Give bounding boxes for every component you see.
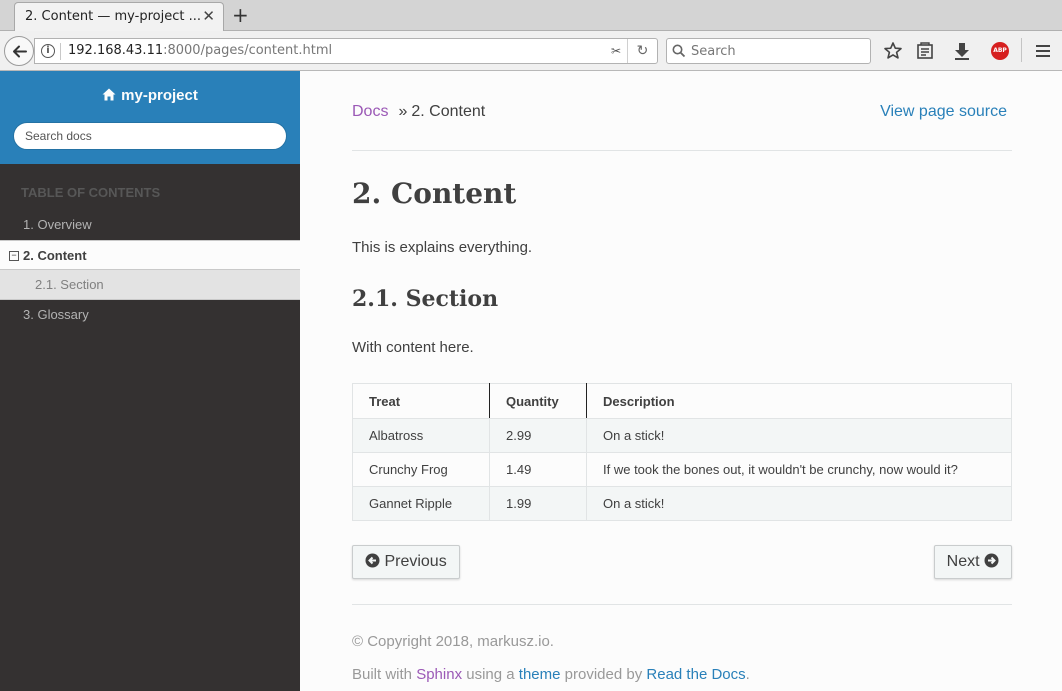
intro-paragraph: This is explains everything. [352,239,533,256]
built-provided: provided by [564,666,643,683]
url-bar[interactable]: i 192.168.43.11:8000/pages/content.html … [34,38,658,64]
built-with-text: Built with Sphinx using a theme provided… [352,666,750,683]
sphinx-link[interactable]: Sphinx [416,666,462,683]
header-divider [352,150,1012,151]
toolbar-divider [1021,38,1022,62]
tab-title: 2. Content — my-project ... [25,9,201,24]
url-host: 192.168.43.11 [68,43,164,58]
page-title: 2. Content [352,177,517,210]
view-page-source-link[interactable]: View page source [880,103,1007,121]
bookmark-star-icon[interactable] [882,40,904,62]
download-icon[interactable] [951,40,973,62]
footer-divider [352,604,1012,605]
built-end: . [745,666,750,683]
column-header: Quantity [489,383,587,419]
next-label: Next [946,553,980,570]
url-divider [60,43,61,60]
adblock-icon[interactable]: ABP [991,42,1009,60]
url-text[interactable]: 192.168.43.11:8000/pages/content.html [68,43,332,58]
project-name: my-project [121,87,198,104]
new-tab-button[interactable]: + [232,4,249,26]
url-path: :8000/pages/content.html [163,43,333,58]
breadcrumb-current: 2. Content [411,103,486,120]
library-icon[interactable] [914,40,936,62]
reader-icon[interactable]: ✂ [611,44,621,58]
toc-item-overview[interactable]: 1. Overview [0,210,300,240]
section-paragraph: With content here. [352,339,474,356]
table-cell: Albatross [352,418,490,453]
toc-item-section[interactable]: 2.1. Section [0,270,300,300]
section-title: 2.1. Section [352,286,499,312]
table-cell: 1.99 [489,486,587,521]
table-cell: On a stick! [586,418,1012,453]
breadcrumb-docs-link[interactable]: Docs [352,103,388,120]
circle-arrow-left-icon [365,553,380,568]
toc-item-content[interactable]: −2. Content [0,240,300,270]
table-cell: Gannet Ripple [352,486,490,521]
table-cell: 1.49 [489,452,587,487]
built-prefix: Built with [352,666,413,683]
collapse-icon[interactable]: − [9,251,19,261]
search-docs-input[interactable] [13,122,287,150]
search-icon [672,44,686,58]
table-row: Gannet Ripple 1.99 On a stick! [352,486,1012,521]
reload-icon[interactable]: ↻ [627,39,657,63]
previous-label: Previous [384,553,447,570]
tab-close-icon[interactable]: ✕ [202,7,215,25]
table-cell: If we took the bones out, it wouldn't be… [586,452,1012,487]
next-button[interactable]: Next [933,545,1012,579]
table-row: Albatross 2.99 On a stick! [352,418,1012,453]
breadcrumb: Docs » 2. Content [352,103,485,121]
table-cell: On a stick! [586,486,1012,521]
breadcrumb-separator: » [398,103,408,120]
browser-search-input[interactable] [691,42,861,60]
built-using: using a [466,666,515,683]
browser-nav-bar: i 192.168.43.11:8000/pages/content.html … [0,31,1062,71]
browser-tab-bar: 2. Content — my-project ... ✕ + [0,0,1062,31]
sidebar: my-project TABLE OF CONTENTS 1. Overview… [0,71,300,691]
toc-item-label: 2.1. Section [35,277,104,292]
previous-button[interactable]: Previous [352,545,460,579]
toc-item-label: 3. Glossary [23,307,89,322]
menu-icon[interactable] [1032,40,1054,62]
back-button[interactable] [4,36,34,66]
toc-caption: TABLE OF CONTENTS [21,185,161,200]
main-content: Docs» 2. Content View page source 2. Cont… [300,71,1062,691]
copyright-text: © Copyright 2018, markusz.io. [352,633,554,650]
table-row: Crunchy Frog 1.49 If we took the bones o… [352,452,1012,487]
toc-item-label: 2. Content [23,248,87,263]
toc-item-glossary[interactable]: 3. Glossary [0,300,300,330]
info-icon[interactable]: i [41,44,55,58]
home-icon [102,88,116,101]
back-icon [13,45,27,58]
browser-tab[interactable]: 2. Content — my-project ... ✕ [14,2,224,31]
theme-link[interactable]: theme [519,666,561,683]
treats-table: Treat Quantity Description Albatross 2.9… [352,383,1012,521]
circle-arrow-right-icon [984,553,999,568]
read-the-docs-link[interactable]: Read the Docs [646,666,745,683]
table-cell: 2.99 [489,418,587,453]
column-header: Treat [352,383,490,419]
browser-search-bar[interactable] [666,38,871,64]
toc-item-label: 1. Overview [23,217,92,232]
sidebar-header: my-project [0,71,300,164]
table-cell: Crunchy Frog [352,452,490,487]
project-home-link[interactable]: my-project [0,87,300,104]
column-header: Description [586,383,1012,419]
table-header-row: Treat Quantity Description [352,383,1012,419]
